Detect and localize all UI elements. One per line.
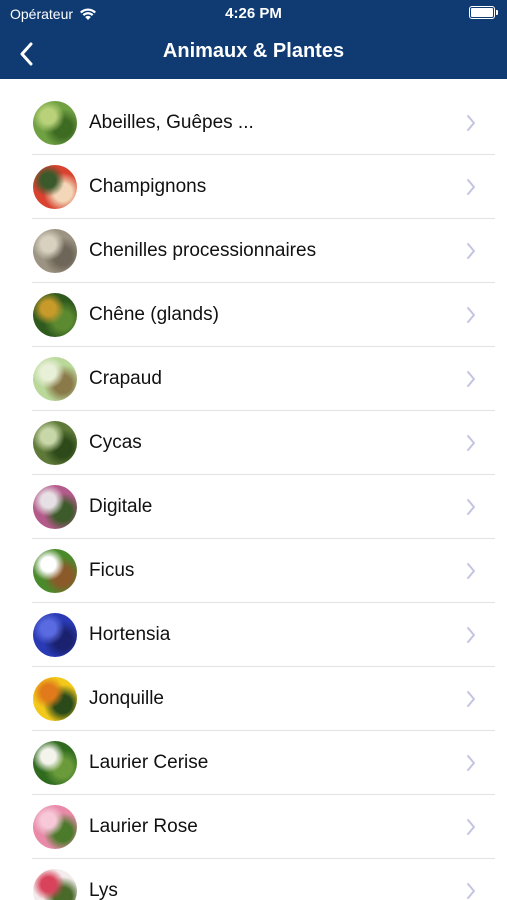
thumbnail-image xyxy=(33,229,77,273)
list-item[interactable]: Lys xyxy=(0,859,507,900)
list-item[interactable]: Ficus xyxy=(0,539,507,603)
chevron-right-icon xyxy=(467,883,475,899)
status-bar: Opérateur 4:26 PM xyxy=(0,0,507,28)
list-item[interactable]: Cycas xyxy=(0,411,507,475)
battery-icon xyxy=(469,6,498,19)
list-item-label: Jonquille xyxy=(89,688,164,709)
page-title: Animaux & Plantes xyxy=(162,40,345,62)
chevron-right-icon xyxy=(467,755,475,771)
list-item-label: Chêne (glands) xyxy=(89,304,219,325)
list-item-label: Champignons xyxy=(89,176,207,197)
thumbnail-image xyxy=(33,101,77,145)
list-item-label: Ficus xyxy=(89,560,135,581)
thumbnail-image xyxy=(33,869,77,900)
chevron-right-icon xyxy=(467,627,475,643)
navigation-header: Opérateur 4:26 PM Animaux & Plantes xyxy=(0,0,507,79)
list-item[interactable]: Hortensia xyxy=(0,603,507,667)
list-item-label: Laurier Cerise xyxy=(89,752,209,773)
thumbnail-image xyxy=(33,357,77,401)
nav-bar: Animaux & Plantes xyxy=(0,28,507,79)
list-item[interactable]: Champignons xyxy=(0,155,507,219)
thumbnail-image xyxy=(33,613,77,657)
list-item[interactable]: Abeilles, Guêpes ... xyxy=(0,91,507,155)
chevron-right-icon xyxy=(467,819,475,835)
thumbnail-image xyxy=(33,549,77,593)
thumbnail-image xyxy=(33,293,77,337)
list-item-label: Cycas xyxy=(89,432,142,453)
chevron-right-icon xyxy=(467,179,475,195)
list-item[interactable]: Chêne (glands) xyxy=(0,283,507,347)
thumbnail-image xyxy=(33,805,77,849)
list-item-label: Hortensia xyxy=(89,624,171,645)
chevron-right-icon xyxy=(467,243,475,259)
list-item[interactable]: Crapaud xyxy=(0,347,507,411)
thumbnail-image xyxy=(33,741,77,785)
list-item-label: Lys xyxy=(89,880,118,900)
status-time: 4:26 PM xyxy=(225,5,282,22)
chevron-right-icon xyxy=(467,691,475,707)
list-item-label: Chenilles processionnaires xyxy=(89,240,317,261)
chevron-right-icon xyxy=(467,563,475,579)
thumbnail-image xyxy=(33,677,77,721)
list-item-label: Laurier Rose xyxy=(89,816,198,837)
list-item[interactable]: Laurier Rose xyxy=(0,795,507,859)
species-list: Abeilles, Guêpes ... Champignons Chenilles… xyxy=(0,91,507,900)
list-item-label: Crapaud xyxy=(89,368,162,389)
list-item[interactable]: Laurier Cerise xyxy=(0,731,507,795)
chevron-right-icon xyxy=(467,371,475,387)
chevron-right-icon xyxy=(467,115,475,131)
chevron-right-icon xyxy=(467,307,475,323)
list-item-label: Abeilles, Guêpes ... xyxy=(89,112,254,133)
list-item[interactable]: Chenilles processionnaires xyxy=(0,219,507,283)
list-item-label: Digitale xyxy=(89,496,153,517)
chevron-right-icon xyxy=(467,435,475,451)
thumbnail-image xyxy=(33,485,77,529)
chevron-right-icon xyxy=(467,499,475,515)
list-item[interactable]: Jonquille xyxy=(0,667,507,731)
thumbnail-image xyxy=(33,165,77,209)
thumbnail-image xyxy=(33,421,77,465)
list-item[interactable]: Digitale xyxy=(0,475,507,539)
